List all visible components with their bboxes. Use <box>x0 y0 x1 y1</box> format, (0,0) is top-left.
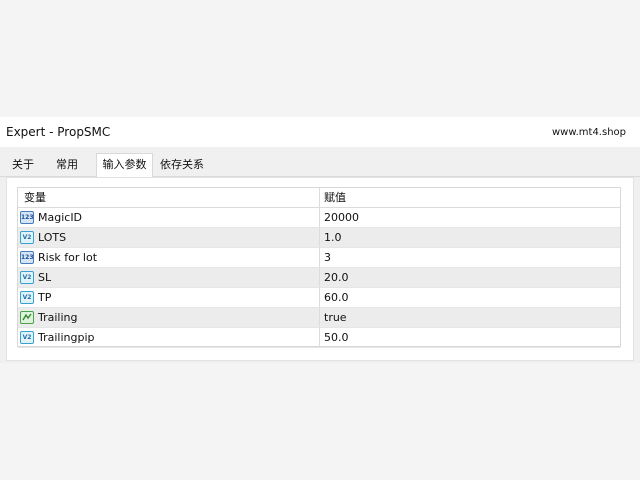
table-row-sl[interactable]: V2 SL 20.0 <box>18 268 620 288</box>
window-title: Expert - PropSMC <box>6 125 111 139</box>
param-name: TP <box>38 291 52 304</box>
param-value[interactable]: 3 <box>324 248 331 267</box>
header-variable: 变量 <box>24 191 46 204</box>
double-icon: V2 <box>20 271 34 284</box>
name-cell: V2 Trailingpip <box>18 328 320 347</box>
double-icon: V2 <box>20 291 34 304</box>
param-name: MagicID <box>38 211 83 224</box>
param-value[interactable]: true <box>324 308 347 327</box>
tab-dependencies[interactable]: 依存关系 <box>156 155 208 177</box>
name-cell: V2 LOTS <box>18 228 320 247</box>
param-name: LOTS <box>38 231 67 244</box>
table-row-lots[interactable]: V2 LOTS 1.0 <box>18 228 620 248</box>
table-row-trailingpip[interactable]: V2 Trailingpip 50.0 <box>18 328 620 348</box>
param-value[interactable]: 20000 <box>324 208 359 227</box>
site-label: www.mt4.shop <box>551 127 626 138</box>
double-icon: V2 <box>20 331 34 344</box>
param-value[interactable]: 20.0 <box>324 268 349 287</box>
name-cell: 123 MagicID <box>18 208 320 227</box>
param-value[interactable]: 1.0 <box>324 228 342 247</box>
tab-common[interactable]: 常用 <box>52 155 82 177</box>
param-name: Trailing <box>38 311 78 324</box>
param-name: Risk for lot <box>38 251 98 264</box>
param-name: SL <box>38 271 52 284</box>
parameters-table: 变量 赋值 123 MagicID 20000 V2 LOTS 1.0 123 … <box>17 187 621 348</box>
screen: Expert - PropSMC www.mt4.shop 关于 常用 输入参数… <box>0 0 640 480</box>
name-cell: Trailing <box>18 308 320 327</box>
name-cell: V2 SL <box>18 268 320 287</box>
table-header: 变量 赋值 <box>18 188 620 208</box>
name-cell: V2 TP <box>18 288 320 307</box>
table-row-magicid[interactable]: 123 MagicID 20000 <box>18 208 620 228</box>
tab-bar: 关于 常用 输入参数 依存关系 <box>0 153 640 178</box>
table-row-trailing[interactable]: Trailing true <box>18 308 620 328</box>
bool-icon-glyph <box>22 313 32 321</box>
expert-properties-window: Expert - PropSMC www.mt4.shop 关于 常用 输入参数… <box>0 117 640 363</box>
inputs-panel: 变量 赋值 123 MagicID 20000 V2 LOTS 1.0 123 … <box>6 177 634 361</box>
double-icon: V2 <box>20 231 34 244</box>
param-name: Trailingpip <box>38 331 95 344</box>
header-value[interactable]: 赋值 <box>324 188 346 207</box>
tab-about[interactable]: 关于 <box>8 155 38 177</box>
int-icon: 123 <box>20 211 34 224</box>
table-row-tp[interactable]: V2 TP 60.0 <box>18 288 620 308</box>
title-bar: Expert - PropSMC www.mt4.shop <box>0 117 640 147</box>
bool-icon <box>20 311 34 324</box>
table-row-risk-for-lot[interactable]: 123 Risk for lot 3 <box>18 248 620 268</box>
param-value[interactable]: 50.0 <box>324 328 349 347</box>
header-cell-variable[interactable]: 变量 <box>18 188 320 207</box>
int-icon: 123 <box>20 251 34 264</box>
tab-inputs[interactable]: 输入参数 <box>96 153 153 178</box>
name-cell: 123 Risk for lot <box>18 248 320 267</box>
param-value[interactable]: 60.0 <box>324 288 349 307</box>
